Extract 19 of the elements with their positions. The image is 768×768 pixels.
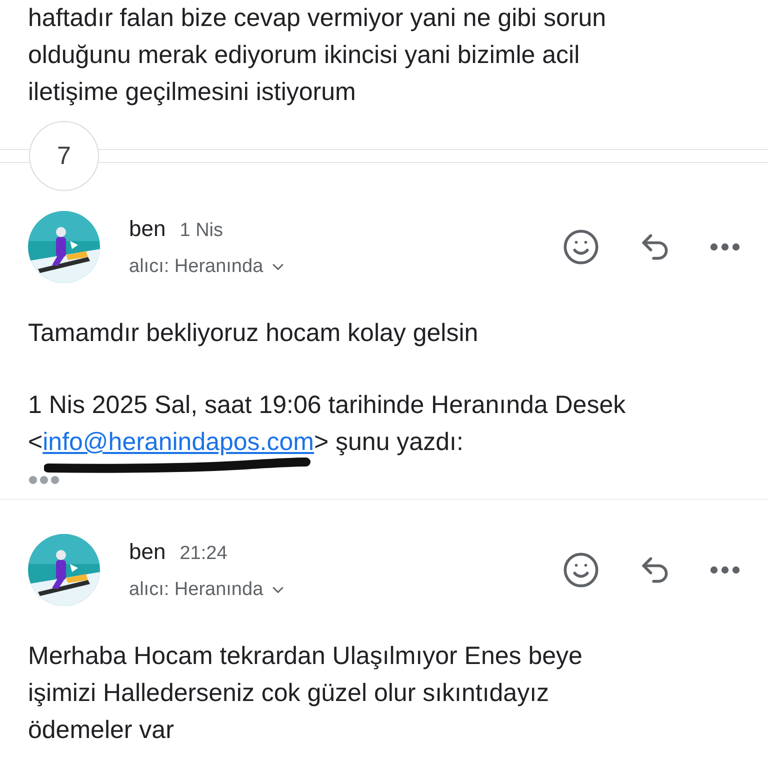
message-text: Merhaba Hocam tekrardan Ulaşılmıyor Enes beye işimizi Hallederseniz cok güzel olur sıkıntıdayız ödemeler var bbox=[27, 641, 584, 746]
sender-name: ben bbox=[129, 216, 166, 242]
sender-name: ben bbox=[129, 539, 166, 565]
emoji-reaction-button[interactable] bbox=[562, 228, 600, 266]
message-text: haftadır falan bize cevap vermiyor yani ne gibi sorun olduğunu merak ediyorum ikincisi yani bizimle acil iletişime geçilmesini istiyorum bbox=[27, 3, 608, 108]
more-icon bbox=[710, 566, 740, 574]
collapsed-messages-count[interactable]: 7 bbox=[29, 121, 99, 191]
more-options-button[interactable] bbox=[710, 566, 740, 574]
message-time: 1 Nis bbox=[180, 220, 224, 242]
quote-header-text: 1 Nis 2025 Sal, saat 19:06 tarihinde Heranında Desek <info@heranindapos.com> şunu yazdı: bbox=[0, 387, 768, 461]
emoji-reaction-button[interactable] bbox=[562, 551, 600, 589]
message-time: 21:24 bbox=[180, 543, 228, 565]
recipient-dropdown[interactable]: alıcı: Heranında bbox=[129, 256, 524, 278]
more-options-button[interactable] bbox=[710, 243, 740, 251]
message-text: Tamamdır bekliyoruz hocam kolay gelsin bbox=[27, 318, 480, 349]
more-icon bbox=[710, 243, 740, 251]
more-icon bbox=[28, 475, 60, 485]
recipient-dropdown[interactable]: alıcı: Heranında bbox=[129, 579, 524, 601]
email-link[interactable]: info@heranindapos.com bbox=[42, 428, 314, 456]
